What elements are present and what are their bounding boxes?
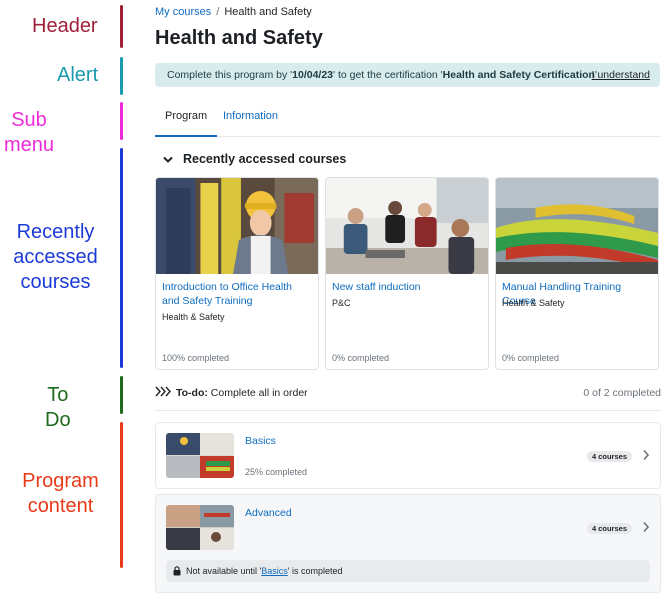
course-category: Health & Safety [502, 298, 565, 308]
annotation-header-bar [120, 5, 123, 48]
annotation-recent-courses-label: Recently accessed courses [13, 221, 98, 293]
alert-middle: ' to get the certification ' [333, 69, 443, 81]
annotation-todo-label: To Do [45, 384, 71, 431]
todo-text: To-do: Complete all in order [176, 387, 308, 399]
breadcrumb-current: Health and Safety [224, 6, 312, 18]
lock-prefix: Not available until ' [186, 566, 262, 576]
tab-program[interactable]: Program [155, 103, 218, 137]
chevron-right-icon[interactable] [642, 449, 650, 461]
course-count-badge: 4 courses [586, 523, 632, 534]
course-category: Health & Safety [162, 312, 225, 322]
program-name[interactable]: Basics [245, 435, 276, 447]
tab-information[interactable]: Information [213, 103, 288, 137]
page-title: Health and Safety [155, 27, 323, 49]
course-progress: 0% completed [332, 353, 390, 363]
breadcrumb-my-courses[interactable]: My courses [155, 6, 211, 18]
program-thumbnail [166, 505, 234, 550]
course-category: P&C [332, 298, 351, 308]
alert-prefix: Complete this program by ' [167, 69, 293, 81]
annotation-program-content-bar [120, 422, 123, 568]
alert-date: 10/04/23 [292, 69, 334, 81]
annotation-alert-label: Alert [57, 64, 99, 86]
program-name[interactable]: Advanced [245, 507, 292, 519]
course-card[interactable]: Manual Handling Training Course Health &… [495, 177, 659, 370]
i-understand-link[interactable]: I understand [592, 63, 650, 87]
availability-notice: Not available until 'Basics' is complete… [166, 560, 650, 582]
lock-suffix: ' is completed [287, 566, 343, 576]
certification-alert: Complete this program by '10/04/23' to g… [155, 63, 660, 87]
program-item-advanced[interactable]: Advanced 4 courses Not available until '… [155, 494, 661, 593]
course-title[interactable]: New staff induction [332, 280, 482, 294]
chevron-down-icon [163, 156, 173, 163]
annotation-recent-courses-bar [120, 148, 123, 368]
annotation-todo-bar [120, 376, 123, 414]
recent-courses-heading: Recently accessed courses [183, 152, 347, 166]
course-image-straps [496, 178, 658, 274]
annotation-sub-menu-label: Sub menu [4, 109, 55, 156]
course-image-meeting [326, 178, 488, 274]
recent-courses-list: Introduction to Office Health and Safety… [155, 177, 661, 370]
annotation-header-label: Header [32, 15, 98, 37]
todo-label: To-do: [176, 387, 208, 399]
alert-certification: Health and Safety Certification [442, 69, 595, 81]
todo-description: Complete all in order [207, 387, 308, 399]
course-card[interactable]: Introduction to Office Health and Safety… [155, 177, 319, 370]
course-progress: 0% completed [502, 353, 560, 363]
course-card[interactable]: New staff induction P&C 0% completed [325, 177, 489, 370]
chevron-right-icon[interactable] [642, 521, 650, 533]
todo-count: 0 of 2 completed [583, 387, 661, 399]
program-progress: 25% completed [245, 467, 308, 477]
program-thumbnail [166, 433, 234, 478]
basics-link[interactable]: Basics [261, 566, 288, 576]
course-image-worker [156, 178, 318, 274]
course-progress: 100% completed [162, 353, 230, 363]
triple-chevron-icon [155, 386, 171, 397]
breadcrumb-separator: / [216, 6, 220, 18]
lock-icon [173, 566, 181, 576]
annotation-program-content-label: Program content [22, 470, 99, 517]
annotation-sub-menu-bar [120, 102, 123, 140]
program-item-basics[interactable]: Basics 25% completed 4 courses [155, 422, 661, 489]
course-title[interactable]: Introduction to Office Health and Safety… [162, 280, 312, 308]
sub-menu-tabs: Program Information [155, 103, 661, 137]
todo-bar: To-do: Complete all in order 0 of 2 comp… [155, 380, 661, 411]
breadcrumb: My courses / Health and Safety [155, 6, 312, 18]
recent-courses-toggle[interactable]: Recently accessed courses [161, 152, 346, 166]
annotation-alert-bar [120, 57, 123, 95]
course-count-badge: 4 courses [586, 451, 632, 462]
